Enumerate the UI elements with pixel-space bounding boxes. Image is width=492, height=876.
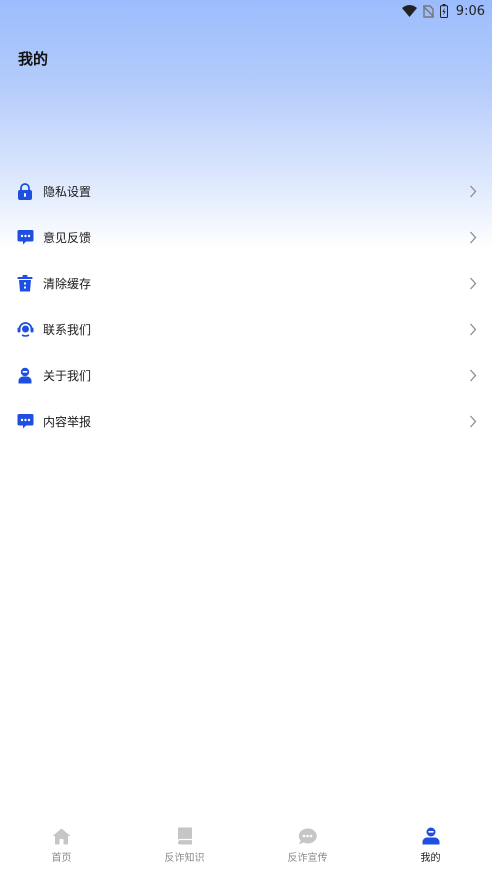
chevron-right-icon bbox=[468, 414, 478, 428]
menu-item-contact-us[interactable]: 联系我们 bbox=[0, 306, 492, 352]
status-bar: 9:06 bbox=[0, 0, 492, 22]
trash-icon bbox=[16, 274, 34, 292]
nav-label: 反诈宣传 bbox=[287, 853, 328, 864]
user-icon bbox=[16, 366, 34, 384]
menu-item-label: 联系我们 bbox=[43, 322, 92, 337]
chevron-right-icon bbox=[468, 276, 478, 290]
lock-icon bbox=[16, 182, 34, 200]
nav-item-mine[interactable]: 我的 bbox=[369, 818, 492, 876]
page-title: 我的 bbox=[18, 50, 49, 68]
menu-item-content-report[interactable]: 内容举报 bbox=[0, 398, 492, 444]
menu-item-label: 内容举报 bbox=[43, 414, 92, 429]
menu-item-label: 意见反馈 bbox=[43, 230, 92, 245]
menu-item-feedback[interactable]: 意见反馈 bbox=[0, 214, 492, 260]
chevron-right-icon bbox=[468, 230, 478, 244]
chevron-right-icon bbox=[468, 184, 478, 198]
home-icon bbox=[52, 826, 72, 846]
user-icon bbox=[421, 826, 441, 846]
menu-item-label: 清除缓存 bbox=[43, 276, 92, 291]
menu-item-about-us[interactable]: 关于我们 bbox=[0, 352, 492, 398]
nav-label: 反诈知识 bbox=[164, 853, 205, 864]
menu-item-label: 隐私设置 bbox=[43, 184, 92, 199]
no-sim-icon bbox=[422, 4, 434, 18]
menu-item-clear-cache[interactable]: 清除缓存 bbox=[0, 260, 492, 306]
status-time: 9:06 bbox=[455, 3, 485, 19]
nav-label: 首页 bbox=[51, 853, 72, 864]
chat-bubble-icon bbox=[16, 228, 34, 246]
nav-item-anti-fraud-promotion[interactable]: 反诈宣传 bbox=[246, 818, 369, 876]
bottom-nav: 首页 反诈知识 反诈宣传 我的 bbox=[0, 818, 492, 876]
book-icon bbox=[175, 826, 195, 846]
chevron-right-icon bbox=[468, 322, 478, 336]
settings-menu: 隐私设置 意见反馈 清除缓存 联系我们 关于我们 内容举报 bbox=[0, 168, 492, 444]
wifi-icon bbox=[401, 5, 417, 17]
menu-item-label: 关于我们 bbox=[43, 368, 92, 383]
profile-screen: 9:06 我的 隐私设置 意见反馈 清除缓存 联系我们 关于我们 内容举报 首页… bbox=[0, 0, 492, 876]
chat-bubble-icon bbox=[16, 412, 34, 430]
menu-item-privacy-settings[interactable]: 隐私设置 bbox=[0, 168, 492, 214]
chevron-right-icon bbox=[468, 368, 478, 382]
nav-item-home[interactable]: 首页 bbox=[0, 818, 123, 876]
battery-icon bbox=[439, 4, 448, 18]
nav-item-anti-fraud-knowledge[interactable]: 反诈知识 bbox=[123, 818, 246, 876]
headset-icon bbox=[16, 320, 34, 338]
chat-icon bbox=[298, 826, 318, 846]
nav-label: 我的 bbox=[420, 853, 441, 864]
